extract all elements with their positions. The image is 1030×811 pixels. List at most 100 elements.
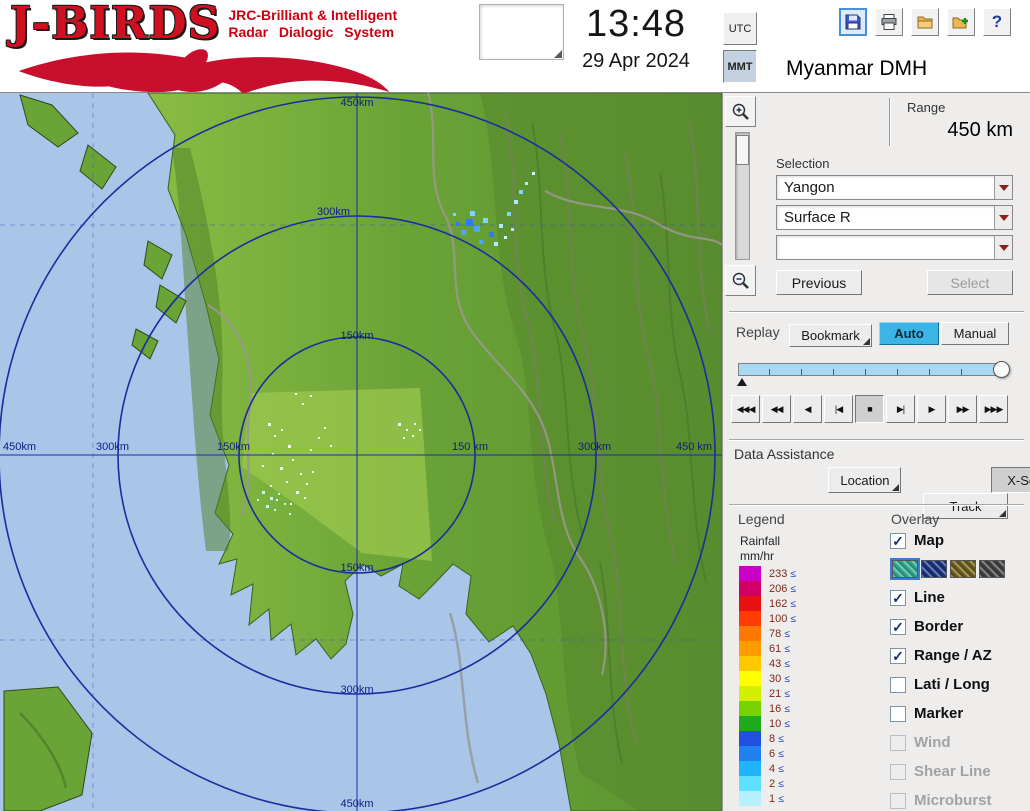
open-button[interactable] [911,8,939,36]
legend-color-swatch [739,791,761,806]
product-dropdown[interactable]: Surface R [776,205,1013,230]
mmt-button[interactable]: MMT [723,50,757,83]
play-back-button[interactable]: ◀ [793,395,822,423]
lte-icon: ≤ [778,764,784,775]
microburst-checkbox [890,793,906,809]
step-back-button[interactable]: |◀ [824,395,853,423]
svg-text:450km: 450km [340,798,373,810]
zoom-slider-track[interactable] [735,132,750,260]
forward-full-button[interactable]: ▶▶▶ [979,395,1008,423]
timeline-tick [929,369,930,375]
help-button[interactable]: ? [983,8,1011,36]
zoom-out-icon [731,271,751,291]
radar-map-canvas: 450km 300km 150km 450km 300km 150km 150 … [0,93,722,811]
lte-icon: ≤ [778,779,784,790]
legend-color-swatch [739,761,761,776]
site-dropdown[interactable]: Yangon [776,175,1013,200]
legend-color-swatch [739,611,761,626]
legend-value: 1 ≤ [769,793,784,805]
lte-icon: ≤ [784,689,790,700]
legend-entry: 233 ≤ [739,566,796,581]
save-button[interactable] [839,8,867,36]
rewind-fast-button[interactable]: ◀◀ [762,395,791,423]
legend-value: 30 ≤ [769,673,790,685]
legend-value: 162 ≤ [769,598,796,610]
map-checkbox[interactable]: ✓ [890,533,906,549]
overlay-options: ✓ Map ✓ Line ✓ Border ✓ Range / AZ [890,530,1030,811]
forward-fast-button[interactable]: ▶▶ [948,395,977,423]
map-style-dark-blue[interactable] [921,560,947,578]
map-style-terrain[interactable] [892,560,918,578]
help-icon: ? [992,12,1002,32]
line-checkbox[interactable]: ✓ [890,590,906,606]
map-style-gray[interactable] [979,560,1005,578]
legend-entry: 16 ≤ [739,701,796,716]
print-button[interactable] [875,8,903,36]
brand-tagline-1: JRC-Brilliant & Intelligent [228,7,397,23]
utc-button[interactable]: UTC [723,12,757,45]
legend-entry: 10 ≤ [739,716,796,731]
selection-label: Selection [776,156,829,171]
radar-map[interactable]: 450km 300km 150km 450km 300km 150km 150 … [0,93,722,811]
zoom-slider-thumb[interactable] [736,135,749,165]
range-az-checkbox[interactable]: ✓ [890,648,906,664]
map-style-swatches [892,559,1030,579]
timeline-thumb[interactable] [993,361,1010,378]
zoom-out-button[interactable] [725,265,756,296]
range-label: Range [907,100,945,115]
timeline-track[interactable] [738,363,1002,376]
play-button[interactable]: ▶ [917,395,946,423]
legend-color-swatch [739,746,761,761]
lte-icon: ≤ [778,734,784,745]
legend-value: 10 ≤ [769,718,790,730]
legend-value: 16 ≤ [769,703,790,715]
jbirds-app: J-BIRDSJRC-Brilliant & IntelligentRadar … [0,0,1030,811]
rewind-full-button[interactable]: ◀◀◀ [731,395,760,423]
bookmark-button[interactable]: Bookmark [789,324,872,347]
stop-button[interactable]: ■ [855,395,884,423]
select-button[interactable]: Select [927,270,1013,295]
manual-button[interactable]: Manual [941,322,1009,345]
x-section-button[interactable]: X-Section [991,467,1030,493]
overlay-item-wind: Wind [890,732,1030,753]
data-assistance-label: Data Assistance [734,446,834,462]
legend-value: 8 ≤ [769,733,784,745]
legend-scale: 233 ≤ 206 ≤ 162 ≤ 100 ≤ 78 ≤ 61 ≤ 43 ≤ 3… [739,566,796,806]
option-dropdown-button[interactable] [994,236,1012,259]
lati-long-checkbox[interactable] [890,677,906,693]
option-dropdown-value [777,236,994,259]
app-logo: J-BIRDSJRC-Brilliant & IntelligentRadar … [10,2,430,92]
option-dropdown[interactable] [776,235,1013,260]
chevron-down-icon [999,185,1009,191]
svg-text:450km: 450km [340,97,373,109]
step-forward-button[interactable]: ▶| [886,395,915,423]
border-checkbox[interactable]: ✓ [890,619,906,635]
site-dropdown-button[interactable] [994,176,1012,199]
legend-entry: 4 ≤ [739,761,796,776]
legend-color-swatch [739,581,761,596]
legend-color-swatch [739,566,761,581]
legend-value: 233 ≤ [769,568,796,580]
product-dropdown-button[interactable] [994,206,1012,229]
replay-label: Replay [736,324,780,340]
overlay-item-shear-line: Shear Line [890,761,1030,782]
auto-button[interactable]: Auto [879,322,939,345]
timeline-tick [897,369,898,375]
marker-checkbox[interactable] [890,706,906,722]
lte-icon: ≤ [790,584,796,595]
location-button[interactable]: Location [828,467,901,493]
control-panel: Range 450 km Selection Yangon Surface R … [722,93,1030,811]
legend-color-swatch [739,626,761,641]
site-dropdown-value: Yangon [777,176,994,199]
legend-unit: Rainfall mm/hr [740,534,780,564]
legend-value: 206 ≤ [769,583,796,595]
lte-icon: ≤ [784,674,790,685]
previous-button[interactable]: Previous [776,270,862,295]
map-style-olive[interactable] [950,560,976,578]
zoom-in-button[interactable] [725,96,756,127]
lte-icon: ≤ [778,794,784,805]
legend-value: 61 ≤ [769,643,790,655]
export-button[interactable] [947,8,975,36]
lte-icon: ≤ [778,749,784,760]
legend-entry: 6 ≤ [739,746,796,761]
